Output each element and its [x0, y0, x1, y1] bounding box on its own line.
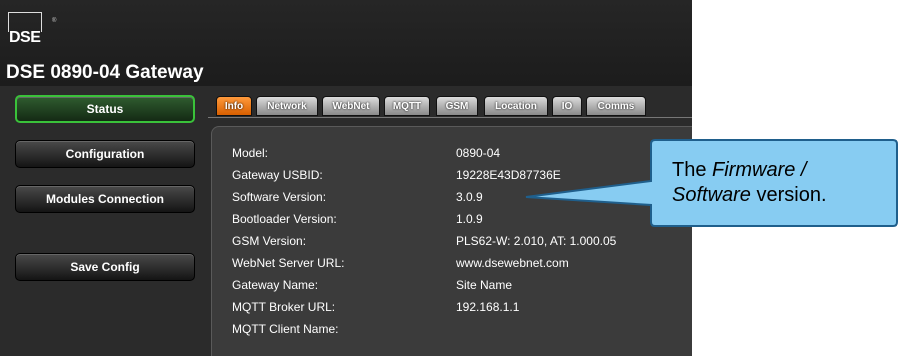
callout-line2-emphasis: Software — [672, 184, 751, 206]
callout-line1-prefix: The — [672, 159, 713, 181]
callout-line2-suffix: version. — [750, 184, 827, 206]
callout-line-1: The Firmware / — [672, 158, 892, 183]
callout-line-2: Software version. — [672, 183, 892, 208]
callout-line1-emphasis: Firmware / — [712, 159, 807, 181]
callout-text: The Firmware / Software version. — [672, 158, 892, 208]
